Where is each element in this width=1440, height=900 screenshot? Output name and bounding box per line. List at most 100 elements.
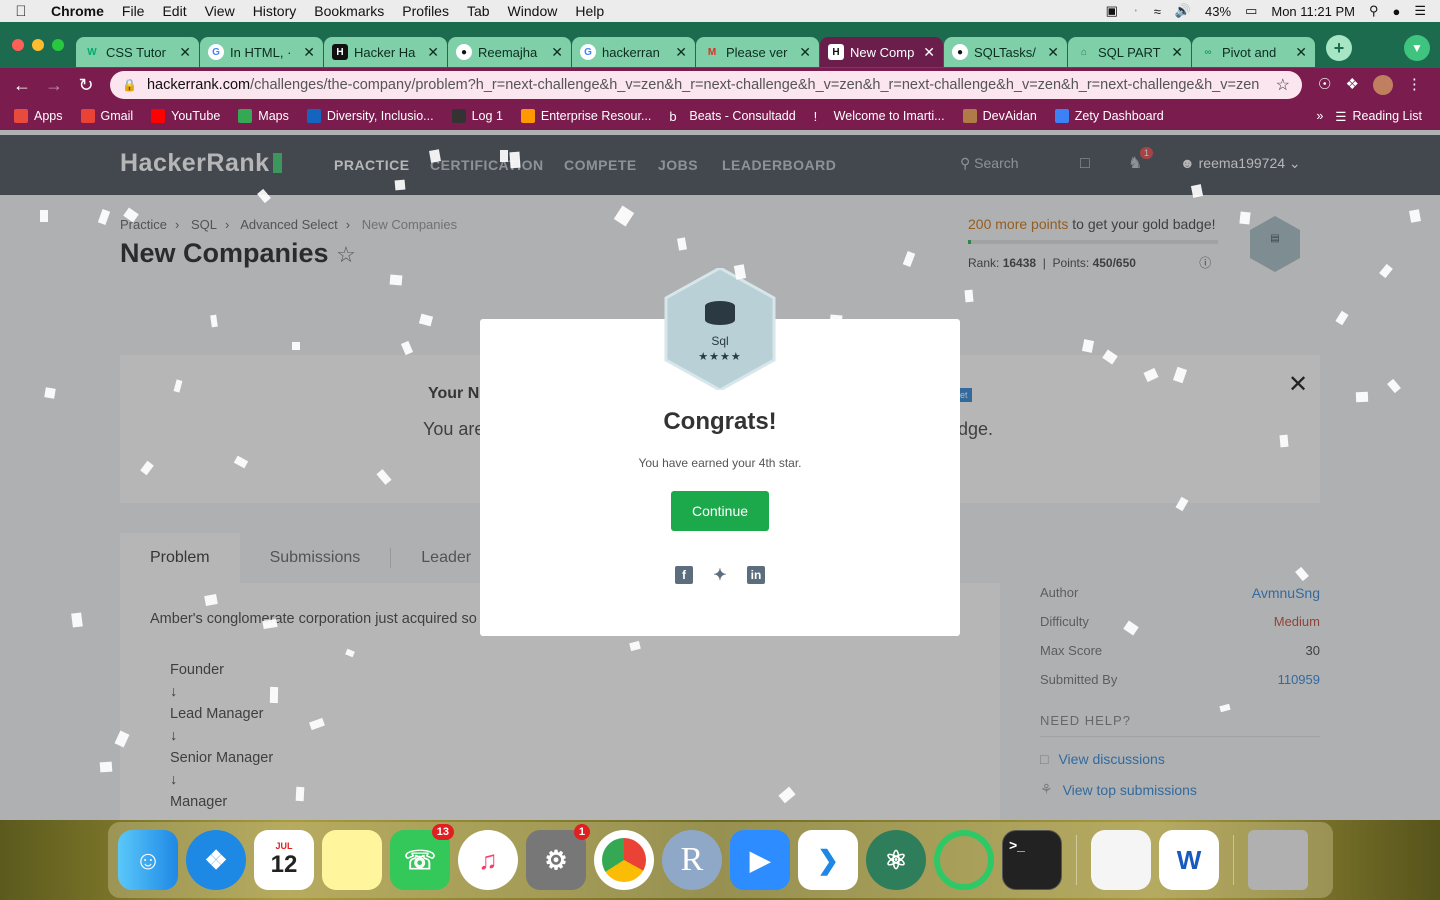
bookmark-label: Gmail bbox=[100, 109, 134, 123]
calendar-icon[interactable]: JUL 12 bbox=[254, 830, 314, 890]
tab-search-icon[interactable]: ▼ bbox=[1404, 35, 1430, 61]
browser-tab[interactable]: M Please ver ✕ bbox=[696, 37, 819, 67]
close-tab-icon[interactable]: ✕ bbox=[179, 44, 191, 61]
wifi-icon[interactable]: ≈ bbox=[1154, 4, 1161, 19]
close-tab-icon[interactable]: ✕ bbox=[551, 44, 563, 61]
close-tab-icon[interactable]: ✕ bbox=[1295, 44, 1307, 61]
menu-edit[interactable]: Edit bbox=[153, 3, 195, 19]
address-bar[interactable]: 🔒 hackerrank.com/challenges/the-company/… bbox=[110, 71, 1302, 99]
new-tab-button[interactable]: + bbox=[1326, 35, 1352, 61]
gmail-icon: M bbox=[707, 46, 717, 58]
word-icon[interactable]: W bbox=[1159, 830, 1219, 890]
system-preferences-icon[interactable]: ⚙ 1 bbox=[526, 824, 590, 890]
menu-help[interactable]: Help bbox=[566, 3, 613, 19]
reading-list-button[interactable]: ☰ Reading List bbox=[1335, 109, 1422, 124]
bookmarks-overflow-icon[interactable]: » bbox=[1316, 109, 1323, 123]
bookmark-zety[interactable]: Zety Dashboard bbox=[1054, 109, 1164, 123]
atom-icon[interactable]: ⚛ bbox=[866, 830, 926, 890]
bookmark-log1[interactable]: Log 1 bbox=[451, 109, 503, 123]
clock[interactable]: Mon 11:21 PM bbox=[1271, 4, 1355, 19]
textedit-icon[interactable] bbox=[1091, 830, 1151, 890]
browser-tab[interactable]: G In HTML, · ✕ bbox=[200, 37, 323, 67]
webpage: HackerRank PRACTICE CERTIFICATION COMPET… bbox=[0, 130, 1440, 820]
bookmark-enterprise[interactable]: Enterprise Resour... bbox=[520, 109, 651, 123]
confetti-piece bbox=[292, 342, 300, 350]
bookmark-youtube[interactable]: YouTube bbox=[151, 109, 220, 123]
browser-tab[interactable]: W CSS Tutor ✕ bbox=[76, 37, 199, 67]
menu-app-name[interactable]: Chrome bbox=[42, 3, 113, 19]
back-icon[interactable]: ← bbox=[6, 75, 38, 96]
extensions-puzzle-icon[interactable]: ❖ bbox=[1345, 75, 1358, 95]
close-icon[interactable]: ✕ bbox=[1288, 370, 1308, 399]
url-domain: hackerrank.com bbox=[146, 77, 251, 93]
facebook-icon[interactable]: f bbox=[675, 566, 693, 584]
bookmark-devaidan[interactable]: DevAidan bbox=[962, 109, 1037, 123]
control-center-icon[interactable]: ☰ bbox=[1414, 3, 1426, 19]
close-tab-icon[interactable]: ✕ bbox=[427, 44, 439, 61]
video-icon bbox=[306, 109, 321, 123]
reload-icon[interactable]: ↻ bbox=[70, 75, 102, 96]
profile-avatar[interactable] bbox=[1372, 75, 1393, 95]
bookmark-diversity[interactable]: Diversity, Inclusio... bbox=[306, 109, 434, 123]
screen-record-icon[interactable]: ▣ bbox=[1106, 3, 1118, 19]
zoom-window-button[interactable] bbox=[52, 39, 64, 51]
linkedin-icon[interactable]: in bbox=[747, 566, 765, 584]
close-tab-icon[interactable]: ✕ bbox=[675, 44, 687, 61]
browser-tab[interactable]: ∞ Pivot and ✕ bbox=[1192, 37, 1315, 67]
close-window-button[interactable] bbox=[12, 39, 24, 51]
menu-profiles[interactable]: Profiles bbox=[393, 3, 458, 19]
notes-icon[interactable] bbox=[322, 830, 382, 890]
menu-bookmarks[interactable]: Bookmarks bbox=[305, 3, 393, 19]
apple-menu-icon[interactable]:  bbox=[0, 3, 42, 20]
browser-tab-active[interactable]: H New Comp ✕ bbox=[820, 37, 943, 67]
menu-view[interactable]: View bbox=[196, 3, 244, 19]
close-tab-icon[interactable]: ✕ bbox=[799, 44, 811, 61]
ring-app-icon[interactable] bbox=[934, 830, 994, 890]
browser-tab[interactable]: ● SQLTasks/ ✕ bbox=[944, 37, 1067, 67]
minimize-window-button[interactable] bbox=[32, 39, 44, 51]
close-tab-icon[interactable]: ✕ bbox=[1171, 44, 1183, 61]
menu-tab[interactable]: Tab bbox=[458, 3, 499, 19]
bookmark-apps[interactable]: Apps bbox=[14, 109, 63, 123]
close-tab-icon[interactable]: ✕ bbox=[923, 44, 935, 61]
r-app-icon[interactable]: R bbox=[662, 830, 722, 890]
battery-percent[interactable]: 43% bbox=[1205, 4, 1231, 19]
forward-icon[interactable]: → bbox=[38, 75, 70, 96]
close-tab-icon[interactable]: ✕ bbox=[1047, 44, 1059, 61]
finder-icon[interactable]: ☺ bbox=[118, 830, 178, 890]
safari-icon[interactable]: ❖ bbox=[186, 830, 246, 890]
lock-icon[interactable]: 🔒 bbox=[122, 78, 137, 92]
zoom-icon[interactable]: ▶ bbox=[730, 830, 790, 890]
menu-window[interactable]: Window bbox=[499, 3, 567, 19]
browser-tab[interactable]: Ghackerran ✕ bbox=[572, 37, 695, 67]
browser-tab[interactable]: ● Reemajha ✕ bbox=[448, 37, 571, 67]
bluetooth-icon[interactable]: ᛫ bbox=[1132, 4, 1140, 19]
facetime-icon[interactable]: ☏ 13 bbox=[390, 824, 454, 890]
close-tab-icon[interactable]: ✕ bbox=[303, 44, 315, 61]
terminal-icon[interactable]: >_ bbox=[1002, 830, 1062, 890]
window-controls bbox=[0, 39, 76, 51]
hexagon-badge-icon bbox=[664, 266, 776, 392]
menu-history[interactable]: History bbox=[244, 3, 306, 19]
bookmark-beats[interactable]: b Beats - Consultadd bbox=[669, 109, 795, 124]
trash-icon[interactable] bbox=[1248, 830, 1308, 890]
browser-tab[interactable]: ⌂ SQL PART ✕ bbox=[1068, 37, 1191, 67]
continue-button[interactable]: Continue bbox=[671, 491, 769, 531]
bookmark-gmail[interactable]: Gmail bbox=[80, 109, 134, 123]
music-icon[interactable]: ♫ bbox=[458, 830, 518, 890]
spotlight-icon[interactable]: ⚲ bbox=[1369, 3, 1379, 19]
globe-extension-icon[interactable]: ☉ bbox=[1318, 75, 1331, 95]
bookmark-star-icon[interactable]: ☆ bbox=[1276, 75, 1290, 95]
bookmark-maps[interactable]: Maps bbox=[238, 109, 289, 123]
twitter-icon[interactable]: ✦ bbox=[711, 566, 729, 584]
chrome-icon[interactable] bbox=[594, 830, 654, 890]
siri-icon[interactable]: ● bbox=[1392, 4, 1400, 19]
bookmark-imarticus[interactable]: ! Welcome to Imarti... bbox=[814, 109, 945, 124]
battery-icon[interactable]: ▭ bbox=[1245, 3, 1257, 19]
vscode-icon[interactable]: ❯ bbox=[798, 830, 858, 890]
browser-tab[interactable]: H Hacker Ha ✕ bbox=[324, 37, 447, 67]
confetti-piece bbox=[204, 594, 218, 606]
chrome-menu-icon[interactable]: ⋮ bbox=[1407, 75, 1422, 95]
menu-file[interactable]: File bbox=[113, 3, 154, 19]
volume-icon[interactable]: 🔊 bbox=[1175, 3, 1191, 19]
